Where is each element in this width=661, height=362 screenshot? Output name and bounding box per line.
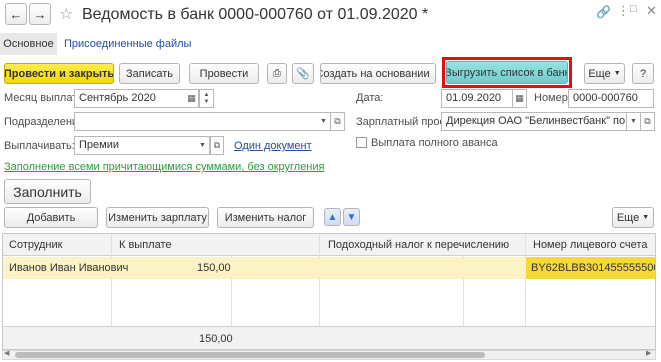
move-down-button[interactable]: ▼ bbox=[343, 208, 360, 226]
chevron-down-icon: ▼ bbox=[642, 214, 650, 221]
open-link-icon: ⧉ bbox=[334, 116, 341, 126]
table-header: Сотрудник К выплате Подоходный налог к п… bbox=[3, 234, 655, 256]
kebab-menu-icon[interactable]: ⋮ bbox=[617, 3, 630, 19]
chevron-down-icon: ▼ bbox=[320, 118, 327, 125]
department-open[interactable]: ⧉ bbox=[331, 112, 345, 131]
move-up-button[interactable]: ▲ bbox=[324, 208, 341, 226]
tab-main[interactable]: Основное bbox=[0, 33, 57, 55]
paperclip-icon: 📎 bbox=[296, 68, 310, 80]
salary-project-open[interactable]: ⧉ bbox=[641, 112, 655, 131]
create-based-on-button[interactable]: Создать на основании ▼ bbox=[320, 63, 436, 84]
pay-field[interactable]: Премии bbox=[74, 136, 210, 155]
pay-label: Выплачивать: bbox=[4, 140, 75, 152]
back-button[interactable]: ← bbox=[5, 3, 27, 25]
column-header-to-pay[interactable]: К выплате bbox=[119, 239, 172, 251]
department-dropdown[interactable]: ▼ bbox=[317, 112, 331, 131]
change-tax-button[interactable]: Изменить налог bbox=[217, 207, 314, 228]
post-button[interactable]: Провести bbox=[189, 63, 259, 84]
change-salary-button[interactable]: Изменить зарплату bbox=[106, 207, 209, 228]
fill-hint-link[interactable]: Заполнение всеми причитающимися суммами,… bbox=[4, 161, 325, 173]
page-title: Ведомость в банк 0000-000760 от 01.09.20… bbox=[82, 6, 429, 23]
attach-button[interactable]: 📎 bbox=[292, 63, 314, 84]
table-more-label: Еще bbox=[616, 211, 640, 224]
table-row[interactable]: Иванов Иван Иванович 150,00 BY62BLBB3014… bbox=[3, 257, 655, 279]
full-advance-label: Выплата полного аванса bbox=[371, 137, 498, 149]
number-label: Номер: bbox=[534, 92, 571, 104]
post-and-close-button[interactable]: Провести и закрыть bbox=[4, 63, 114, 84]
step-down-icon: ▼ bbox=[203, 98, 210, 105]
date-calendar-button[interactable]: ▦ bbox=[513, 89, 527, 108]
open-link-icon: ⧉ bbox=[213, 140, 221, 150]
chevron-down-icon: ▼ bbox=[434, 70, 435, 77]
pay-dropdown[interactable]: ▼ bbox=[196, 136, 210, 155]
maximize-icon[interactable]: □ bbox=[630, 3, 637, 15]
tab-attached-files[interactable]: Присоединенные файлы bbox=[64, 38, 191, 50]
cell-to-pay: 150,00 bbox=[197, 262, 231, 274]
number-field[interactable]: 0000-000760 bbox=[568, 89, 654, 108]
date-field[interactable]: 01.09.2020 bbox=[441, 89, 513, 108]
cell-account: BY62BLBB3014555555000000 bbox=[526, 257, 655, 279]
arrow-down-icon: ▼ bbox=[346, 211, 357, 223]
close-icon[interactable]: ✕ bbox=[646, 3, 657, 19]
fill-button[interactable]: Заполнить bbox=[4, 179, 91, 204]
create-based-on-label: Создать на основании bbox=[320, 67, 430, 80]
printer-icon: ⎙ bbox=[273, 68, 281, 79]
arrow-right-icon: → bbox=[33, 6, 47, 22]
date-label: Дата: bbox=[356, 92, 384, 104]
help-icon: ? bbox=[639, 67, 647, 80]
help-button[interactable]: ? bbox=[632, 63, 654, 84]
chevron-down-icon: ▼ bbox=[613, 70, 621, 77]
table-more-button[interactable]: Еще ▼ bbox=[612, 207, 654, 228]
calendar-icon: ▦ bbox=[515, 93, 524, 103]
add-button[interactable]: Добавить bbox=[4, 207, 98, 228]
month-field[interactable]: Сентябрь 2020 bbox=[74, 89, 200, 108]
scrollbar-thumb[interactable] bbox=[15, 352, 485, 358]
open-link-icon: ⧉ bbox=[644, 116, 651, 126]
footer-total: 150,00 bbox=[199, 333, 233, 345]
month-stepper[interactable]: ▲ ▼ bbox=[200, 89, 214, 108]
step-up-icon: ▲ bbox=[203, 91, 210, 98]
salary-project-dropdown[interactable]: ▼ bbox=[627, 112, 641, 131]
arrow-up-icon: ▲ bbox=[327, 211, 338, 223]
tab-main-label: Основное bbox=[3, 38, 54, 50]
forward-button[interactable]: → bbox=[29, 3, 51, 25]
more-label: Еще bbox=[588, 67, 611, 80]
link-icon[interactable]: 🔗 bbox=[596, 5, 611, 19]
horizontal-scrollbar[interactable]: ◀ ▶ bbox=[2, 350, 656, 360]
export-to-bank-button[interactable]: Выгрузить список в банк bbox=[446, 61, 568, 84]
star-icon[interactable]: ☆ bbox=[59, 4, 73, 24]
column-header-tax[interactable]: Подоходный налог к перечислению bbox=[328, 239, 509, 251]
one-document-link[interactable]: Один документ bbox=[234, 140, 312, 152]
column-header-account[interactable]: Номер лицевого счета bbox=[533, 239, 647, 251]
table-footer: 150,00 bbox=[3, 326, 655, 349]
more-button[interactable]: Еще ▼ bbox=[584, 63, 625, 84]
cell-account-value: BY62BLBB3014555555000000 bbox=[531, 262, 655, 274]
chevron-down-icon: ▼ bbox=[630, 118, 637, 125]
data-table: Сотрудник К выплате Подоходный налог к п… bbox=[2, 233, 656, 350]
salary-project-field[interactable]: Дирекция ОАО "Белинвестбанк" по Витеб bbox=[441, 112, 627, 131]
cell-employee: Иванов Иван Иванович bbox=[9, 262, 129, 274]
department-field[interactable] bbox=[74, 112, 331, 131]
calendar-icon: ▦ bbox=[187, 93, 196, 103]
scroll-right-icon[interactable]: ▶ bbox=[646, 349, 651, 357]
full-advance-checkbox[interactable] bbox=[356, 137, 367, 148]
arrow-left-icon: ← bbox=[9, 6, 23, 22]
scroll-left-icon[interactable]: ◀ bbox=[4, 349, 9, 357]
print-button[interactable]: ⎙ bbox=[267, 63, 287, 84]
column-header-employee[interactable]: Сотрудник bbox=[9, 239, 62, 251]
pay-open[interactable]: ⧉ bbox=[210, 136, 224, 155]
chevron-down-icon: ▼ bbox=[199, 142, 206, 149]
calendar-button[interactable]: ▦ bbox=[185, 89, 199, 108]
save-button[interactable]: Записать bbox=[119, 63, 180, 84]
